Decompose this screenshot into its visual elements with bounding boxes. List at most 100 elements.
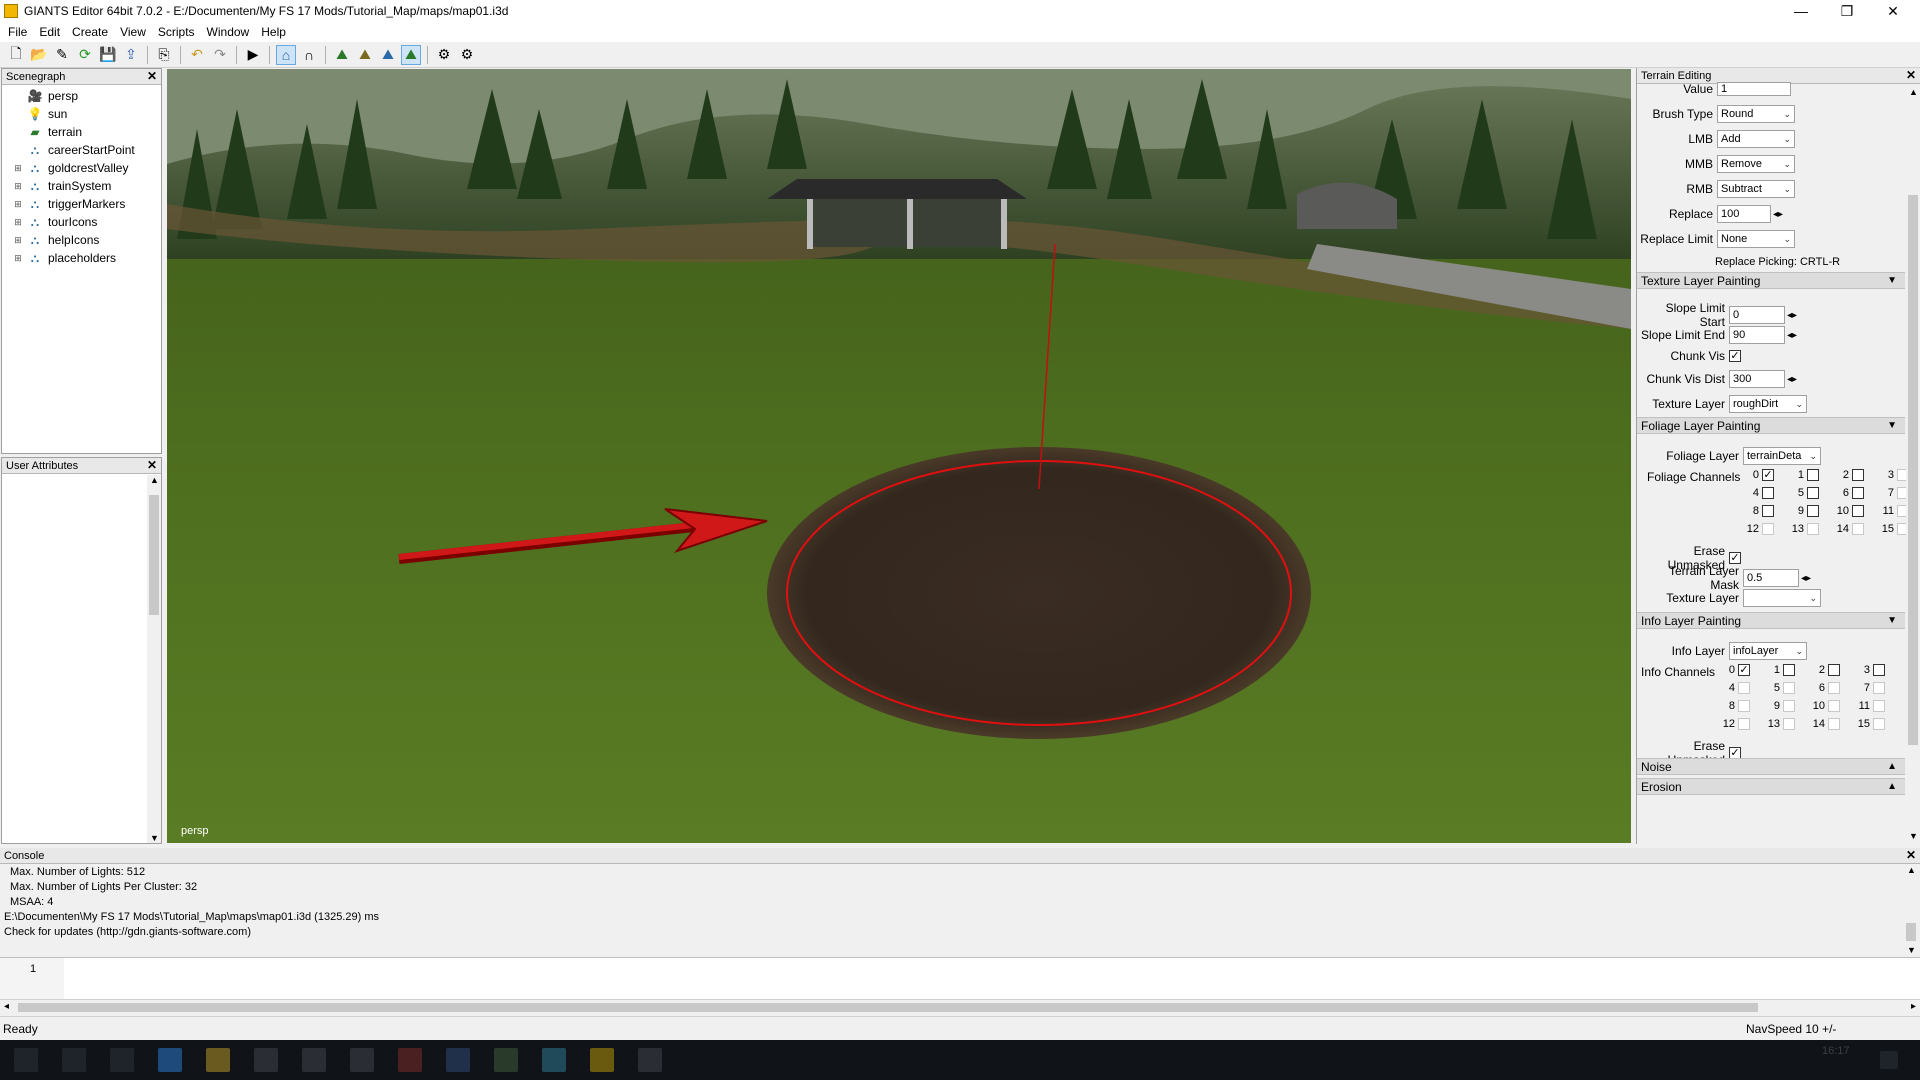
undo-icon[interactable]: ↶ (187, 45, 207, 65)
channel-checkbox[interactable]: ✓ (1762, 469, 1774, 481)
open-file-icon[interactable]: 📂 (29, 45, 49, 65)
info-layer-painting-channel-1[interactable]: 1 (1764, 664, 1795, 676)
scenegraph-item-placeholders[interactable]: ⊞ ⛬ placeholders (2, 249, 161, 267)
info-layer-painting-channel-3[interactable]: 3 (1854, 664, 1885, 676)
store-icon[interactable] (254, 1048, 278, 1072)
expand-plus-icon[interactable]: ⊞ (12, 198, 24, 210)
mmb-select[interactable]: Remove ⌄ (1717, 155, 1795, 173)
foliage-paint-icon[interactable]: ⛰ (378, 45, 398, 65)
channel-checkbox[interactable] (1873, 718, 1885, 730)
info-layer-painting-header[interactable]: Info Layer Painting ▼ (1637, 612, 1905, 629)
info-layer-painting-channel-10[interactable]: 10 (1809, 700, 1840, 712)
script-horizontal-scrollbar[interactable]: ◂ ▸ (0, 999, 1920, 1015)
console-scrollbar[interactable]: ▲ ▼ (1904, 865, 1918, 955)
info-layer-painting-channel-5[interactable]: 5 (1764, 682, 1795, 694)
options-gear-icon[interactable]: ⚙ (457, 45, 477, 65)
spin-arrows-icon[interactable]: ◂▸ (1785, 326, 1799, 344)
replace-input[interactable]: 100 (1717, 205, 1771, 223)
user-attributes-scrollbar[interactable]: ▲ ▼ (147, 475, 161, 843)
scroll-down-icon[interactable]: ▼ (150, 833, 159, 843)
scenegraph-item-triggerMarkers[interactable]: ⊞ ⛬ triggerMarkers (2, 195, 161, 213)
expand-plus-icon[interactable]: ⊞ (12, 180, 24, 192)
foliage-layer-painting-channel-15[interactable]: 15 (1878, 523, 1909, 535)
file-explorer-icon[interactable] (206, 1048, 230, 1072)
app-icon[interactable] (542, 1048, 566, 1072)
channel-checkbox[interactable] (1807, 523, 1819, 535)
script-editor[interactable]: 1 (0, 957, 1920, 1000)
slope-start-input[interactable]: 0 (1729, 306, 1785, 324)
app-icon[interactable] (302, 1048, 326, 1072)
foliage-layer-painting-channel-3[interactable]: 3 (1878, 469, 1909, 481)
close-icon[interactable]: ✕ (1906, 848, 1916, 862)
foliage-layer-painting-channel-6[interactable]: 6 (1833, 487, 1864, 499)
channel-checkbox[interactable] (1762, 505, 1774, 517)
scrollbar-thumb[interactable] (18, 1003, 1758, 1012)
search-icon[interactable] (62, 1048, 86, 1072)
scenegraph-item-goldcrestValley[interactable]: ⊞ ⛬ goldcrestValley (2, 159, 161, 177)
channel-checkbox[interactable] (1807, 487, 1819, 499)
save-as-icon[interactable]: ⇪ (121, 45, 141, 65)
info-layer-painting-channel-15[interactable]: 15 (1854, 718, 1885, 730)
foliage-layer-painting-channel-9[interactable]: 9 (1788, 505, 1819, 517)
chunk-vis-checkbox[interactable]: ✓ (1729, 350, 1741, 362)
spin-arrows-icon[interactable]: ◂▸ (1785, 306, 1799, 324)
foliage-texture-layer-select[interactable]: ⌄ (1743, 589, 1821, 607)
info-layer-painting-channel-14[interactable]: 14 (1809, 718, 1840, 730)
save-icon[interactable]: 💾 (98, 45, 118, 65)
start-icon[interactable] (14, 1048, 38, 1072)
menu-edit[interactable]: Edit (35, 25, 68, 39)
foliage-layer-painting-channel-12[interactable]: 12 (1743, 523, 1774, 535)
foliage-layer-painting-channel-4[interactable]: 4 (1743, 487, 1774, 499)
channel-checkbox[interactable] (1783, 718, 1795, 730)
snap-icon[interactable]: ∩ (299, 45, 319, 65)
channel-checkbox[interactable] (1738, 718, 1750, 730)
terrain-sculpt-icon[interactable]: ⛰ (332, 45, 352, 65)
channel-checkbox[interactable] (1828, 664, 1840, 676)
foliage-layer-painting-channel-0[interactable]: 0 ✓ (1743, 469, 1774, 481)
scroll-up-icon[interactable]: ▲ (1907, 865, 1916, 875)
rmb-select[interactable]: Subtract ⌄ (1717, 180, 1795, 198)
menu-help[interactable]: Help (257, 25, 294, 39)
minimize-icon[interactable]: — (1778, 0, 1824, 22)
spin-arrows-icon[interactable]: ◂▸ (1785, 370, 1799, 388)
channel-checkbox[interactable]: ✓ (1738, 664, 1750, 676)
menu-file[interactable]: File (4, 25, 35, 39)
import-icon[interactable]: ⎘ (154, 45, 174, 65)
brush-type-select[interactable]: Round ⌄ (1717, 105, 1795, 123)
menu-view[interactable]: View (116, 25, 154, 39)
channel-checkbox[interactable] (1852, 487, 1864, 499)
chunk-vis-dist-input[interactable]: 300 (1729, 370, 1785, 388)
notification-icon[interactable] (1880, 1051, 1898, 1069)
scroll-up-icon[interactable]: ▲ (1909, 87, 1918, 97)
expand-plus-icon[interactable]: ⊞ (12, 162, 24, 174)
close-icon[interactable]: ✕ (147, 69, 157, 83)
foliage-layer-painting-channel-11[interactable]: 11 (1878, 505, 1909, 517)
foliage-layer-painting-channel-10[interactable]: 10 (1833, 505, 1864, 517)
terrain-editing-scrollbar[interactable]: ▲ ▼ (1906, 85, 1920, 843)
info-layer-painting-channel-6[interactable]: 6 (1809, 682, 1840, 694)
app-icon[interactable] (398, 1048, 422, 1072)
3d-viewport[interactable]: persp (167, 69, 1631, 843)
foliage-layer-select[interactable]: terrainDeta ⌄ (1743, 447, 1821, 465)
scenegraph-item-careerStartPoint[interactable]: ⛬ careerStartPoint (2, 141, 161, 159)
info-layer-painting-channel-2[interactable]: 2 (1809, 664, 1840, 676)
channel-checkbox[interactable] (1852, 469, 1864, 481)
terrain-edit-icon[interactable]: ⛰ (401, 44, 421, 65)
channel-checkbox[interactable] (1852, 505, 1864, 517)
terrain-paint-icon[interactable]: ⛰ (355, 45, 375, 65)
info-layer-painting-channel-9[interactable]: 9 (1764, 700, 1795, 712)
reload-icon[interactable]: ⟳ (75, 45, 95, 65)
redo-icon[interactable]: ↷ (210, 45, 230, 65)
info-layer-painting-channel-13[interactable]: 13 (1764, 718, 1795, 730)
erosion-header[interactable]: Erosion ▲ (1637, 778, 1905, 795)
channel-checkbox[interactable] (1828, 682, 1840, 694)
foliage-layer-painting-channel-8[interactable]: 8 (1743, 505, 1774, 517)
settings-gear-icon[interactable]: ⚙ (434, 45, 454, 65)
channel-checkbox[interactable] (1783, 700, 1795, 712)
select-mode-icon[interactable]: ⌂ (276, 44, 296, 65)
foliage-layer-painting-channel-14[interactable]: 14 (1833, 523, 1864, 535)
app-icon[interactable] (446, 1048, 470, 1072)
menu-create[interactable]: Create (68, 25, 116, 39)
texture-layer-painting-header[interactable]: Texture Layer Painting ▼ (1637, 272, 1905, 289)
noise-header[interactable]: Noise ▲ (1637, 758, 1905, 775)
